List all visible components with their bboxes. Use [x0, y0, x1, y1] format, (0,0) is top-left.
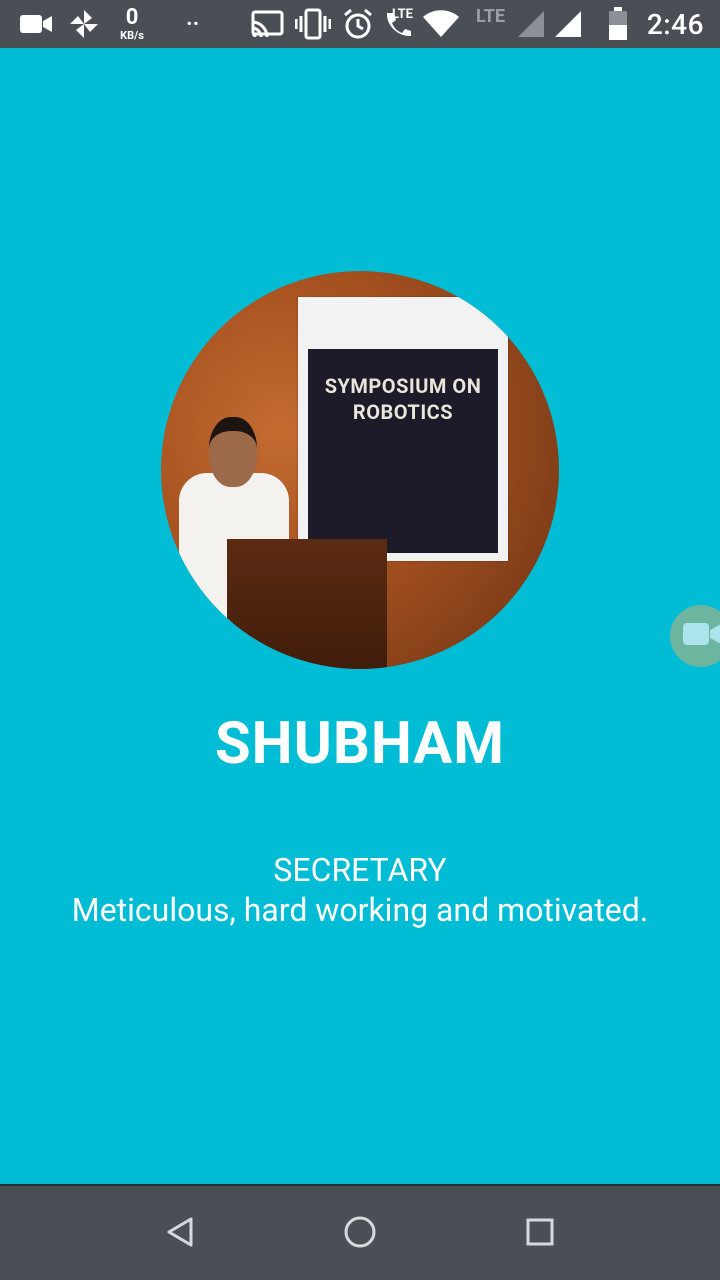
battery-icon [608, 0, 628, 48]
poster-title: SYMPOSIUM ON ROBOTICS [324, 374, 482, 424]
recents-icon [525, 1217, 555, 1251]
floating-video-button[interactable] [670, 605, 720, 667]
poster-image: SYMPOSIUM ON ROBOTICS [298, 297, 508, 561]
home-icon [343, 1215, 377, 1253]
status-time: 2:46 [646, 7, 704, 41]
video-camera-icon [683, 621, 720, 651]
back-icon [165, 1216, 195, 1252]
home-button[interactable] [338, 1212, 382, 1256]
status-bar: 0 KB/s ·· LTE LTE 2:46 [0, 0, 720, 48]
vibrate-icon [295, 0, 331, 48]
cast-icon [250, 0, 284, 48]
lte-label: LTE [392, 6, 413, 22]
recents-button[interactable] [518, 1212, 562, 1256]
profile-description: Meticulous, hard working and motivated. [71, 891, 649, 929]
profile-screen: SYMPOSIUM ON ROBOTICS SHUBHAM SECRETARY … [0, 48, 720, 1184]
net-speed: 0 KB/s [112, 0, 152, 48]
profile-role: SECRETARY [273, 851, 447, 889]
wifi-icon [421, 0, 461, 48]
lte2-label: LTE [476, 5, 506, 27]
profile-name: SHUBHAM [214, 710, 506, 778]
navigation-bar [0, 1184, 720, 1280]
signal-icon [553, 0, 583, 48]
poster-board: SYMPOSIUM ON ROBOTICS [308, 349, 498, 553]
avatar: SYMPOSIUM ON ROBOTICS [161, 271, 559, 669]
net-speed-value: 0 [125, 5, 139, 30]
alarm-icon [342, 0, 374, 48]
signal-icon [516, 0, 546, 48]
pinwheel-icon [68, 0, 100, 48]
video-camera-icon [20, 0, 52, 48]
net-speed-unit: KB/s [120, 29, 144, 42]
more-notifications-dots: ·· [186, 11, 200, 37]
person-head [209, 417, 257, 487]
podium [227, 539, 387, 669]
back-button[interactable] [158, 1212, 202, 1256]
